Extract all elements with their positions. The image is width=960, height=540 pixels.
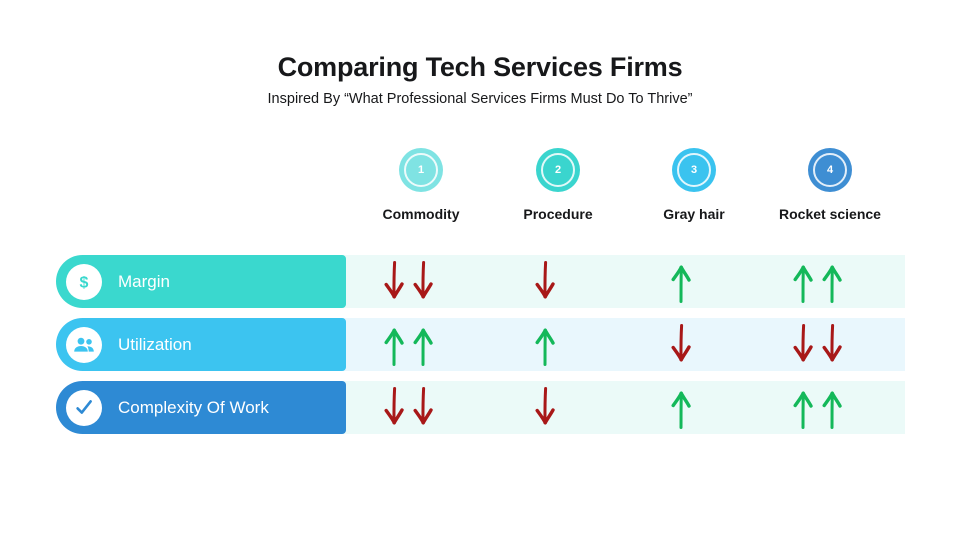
row-label: Margin (118, 271, 170, 291)
rating-cell (328, 255, 488, 308)
arrow-up-icon (790, 386, 816, 430)
arrow-down-icon (410, 260, 436, 304)
row-label: Utilization (118, 334, 192, 354)
rating-cell (737, 381, 897, 434)
arrow-up-icon (532, 323, 558, 367)
column-label: Commodity (382, 206, 460, 222)
arrow-down-icon (668, 323, 694, 367)
arrow-down-icon (819, 323, 845, 367)
comparison-row: Complexity Of Work (56, 381, 905, 434)
arrow-up-icon (819, 260, 845, 304)
people-icon (66, 326, 102, 363)
row-label: Complexity Of Work (118, 397, 269, 417)
rating-cell (737, 255, 897, 308)
badge-number: 4 (826, 163, 834, 176)
column-badge-2: 2 (536, 148, 580, 192)
arrow-up-icon (668, 260, 694, 304)
rating-cell (328, 381, 488, 434)
slide-canvas: Comparing Tech Services Firms Inspired B… (0, 0, 960, 540)
column-header-1: 1 Commodity (341, 148, 501, 222)
badge-number: 3 (690, 163, 698, 176)
comparison-row: $ Margin (56, 255, 905, 308)
arrow-up-icon (381, 323, 407, 367)
badge-number: 2 (554, 163, 562, 176)
row-label-pill[interactable]: Complexity Of Work (56, 381, 346, 434)
check-icon (66, 389, 102, 426)
row-label-pill[interactable]: Utilization (56, 318, 346, 371)
dollar-icon: $ (66, 263, 102, 300)
rating-cell (328, 318, 488, 371)
page-subtitle: Inspired By “What Professional Services … (267, 91, 693, 107)
column-badge-1: 1 (399, 148, 443, 192)
rating-cell (737, 318, 897, 371)
badge-number: 1 (417, 163, 425, 176)
arrow-down-icon (532, 260, 558, 304)
column-badge-4: 4 (808, 148, 852, 192)
column-header-4: 4 Rocket science (750, 148, 910, 222)
arrow-up-icon (819, 386, 845, 430)
arrow-up-icon (410, 323, 436, 367)
arrow-up-icon (668, 386, 694, 430)
comparison-row: Utilization (56, 318, 905, 371)
arrow-down-icon (381, 260, 407, 304)
svg-text:$: $ (80, 274, 89, 291)
arrow-down-icon (532, 386, 558, 430)
column-label: Rocket science (779, 206, 881, 222)
column-badge-3: 3 (672, 148, 716, 192)
row-label-pill[interactable]: $ Margin (56, 255, 346, 308)
arrow-up-icon (790, 260, 816, 304)
arrow-down-icon (381, 386, 407, 430)
page-title: Comparing Tech Services Firms (277, 52, 683, 82)
arrow-down-icon (410, 386, 436, 430)
arrow-down-icon (790, 323, 816, 367)
